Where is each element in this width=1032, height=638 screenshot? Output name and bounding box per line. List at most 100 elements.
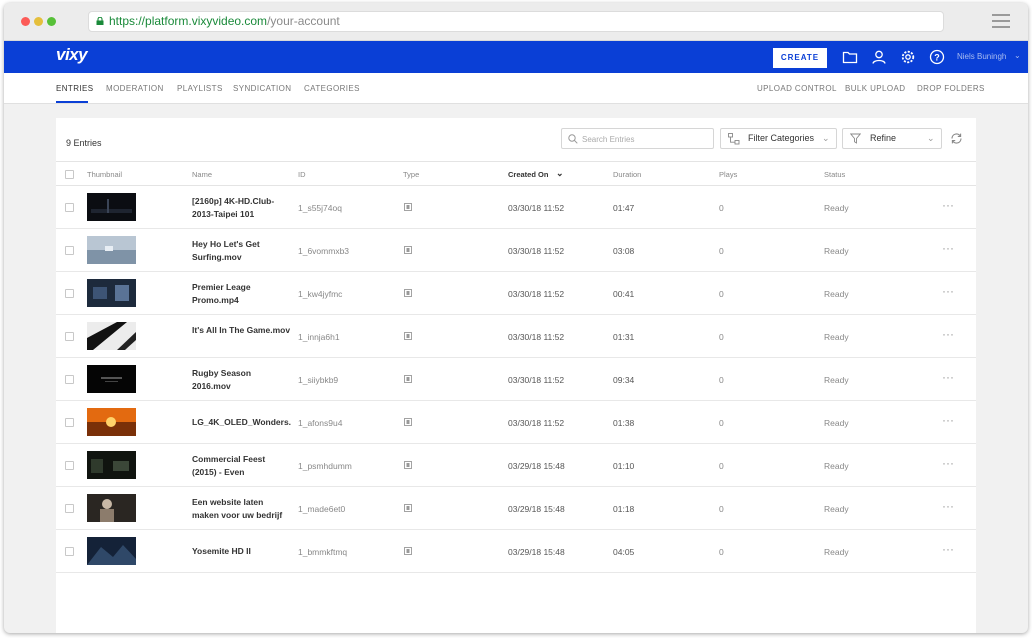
folder-icon[interactable]: [842, 49, 858, 65]
user-icon[interactable]: [871, 49, 887, 65]
gear-icon[interactable]: [900, 49, 916, 65]
column-created-on[interactable]: Created On: [508, 170, 548, 179]
drop-folders-link[interactable]: DROP FOLDERS: [917, 84, 985, 93]
video-thumbnail[interactable]: [87, 322, 136, 350]
video-thumbnail[interactable]: [87, 494, 136, 522]
bulk-upload-link[interactable]: BULK UPLOAD: [845, 84, 905, 93]
create-button[interactable]: CREATE: [773, 48, 827, 68]
entry-created-on: 03/30/18 11:52: [508, 332, 565, 342]
video-thumbnail[interactable]: [87, 408, 136, 436]
hamburger-menu-icon[interactable]: [992, 14, 1010, 28]
column-name[interactable]: Name: [192, 170, 212, 179]
video-thumbnail[interactable]: [87, 365, 136, 393]
table-row[interactable]: Commercial Feest (2015) - Even 1_psmhdum…: [56, 444, 976, 487]
row-checkbox[interactable]: [65, 418, 74, 427]
entry-created-on: 03/30/18 11:52: [508, 289, 565, 299]
tab-syndication[interactable]: SYNDICATION: [233, 84, 291, 93]
more-actions-icon[interactable]: ···: [942, 500, 954, 512]
row-checkbox[interactable]: [65, 461, 74, 470]
entry-name[interactable]: Hey Ho Let's Get Surfing.mov: [192, 238, 292, 264]
url-path: /your-account: [267, 14, 340, 28]
entry-duration: 09:34: [613, 375, 635, 385]
row-checkbox[interactable]: [65, 289, 74, 298]
search-icon: [568, 134, 578, 144]
entry-status: Ready: [824, 203, 849, 213]
table-row[interactable]: Yosemite HD II 1_bmmkftmq 03/29/18 15:48…: [56, 530, 976, 573]
more-actions-icon[interactable]: ···: [942, 199, 954, 211]
vixy-logo[interactable]: vixy: [56, 45, 88, 65]
help-icon[interactable]: ?: [929, 49, 945, 65]
video-thumbnail[interactable]: [87, 236, 136, 264]
hierarchy-icon: [728, 133, 740, 145]
filter-categories-button[interactable]: Filter Categories ⌄: [720, 128, 837, 149]
address-bar[interactable]: https://platform.vixyvideo.com/your-acco…: [88, 11, 944, 32]
more-actions-icon[interactable]: ···: [942, 371, 954, 383]
column-plays[interactable]: Plays: [719, 170, 737, 179]
close-window-button[interactable]: [21, 17, 30, 26]
video-type-icon: [404, 547, 412, 555]
video-type-icon: [404, 289, 412, 297]
entry-name[interactable]: Rugby Season 2016.mov: [192, 367, 292, 393]
chevron-down-icon[interactable]: ⌄: [1014, 51, 1021, 60]
entry-status: Ready: [824, 547, 849, 557]
entry-id: 1_made6et0: [298, 504, 346, 514]
table-row[interactable]: Hey Ho Let's Get Surfing.mov 1_6vommxb3 …: [56, 229, 976, 272]
tab-categories[interactable]: CATEGORIES: [304, 84, 360, 93]
tab-moderation[interactable]: MODERATION: [106, 84, 164, 93]
entry-status: Ready: [824, 332, 849, 342]
table-row[interactable]: Rugby Season 2016.mov 1_siiybkb9 03/30/1…: [56, 358, 976, 401]
row-checkbox[interactable]: [65, 375, 74, 384]
table-row[interactable]: Een website laten maken voor uw bedrijf …: [56, 487, 976, 530]
entry-name[interactable]: Een website laten maken voor uw bedrijf: [192, 496, 292, 522]
column-thumbnail: Thumbnail: [87, 170, 123, 179]
video-thumbnail[interactable]: [87, 451, 136, 479]
table-row[interactable]: LG_4K_OLED_Wonders. 1_afons9u4 03/30/18 …: [56, 401, 976, 444]
search-box[interactable]: [561, 128, 714, 149]
row-checkbox[interactable]: [65, 547, 74, 556]
entry-duration: 01:31: [613, 332, 635, 342]
entry-name[interactable]: Premier Leage Promo.mp4: [192, 281, 292, 307]
more-actions-icon[interactable]: ···: [942, 543, 954, 555]
more-actions-icon[interactable]: ···: [942, 328, 954, 340]
table-row[interactable]: It's All In The Game.mov 1_innja6h1 03/3…: [56, 315, 976, 358]
video-thumbnail[interactable]: [87, 279, 136, 307]
entry-name[interactable]: Commercial Feest (2015) - Even: [192, 453, 292, 479]
entry-name[interactable]: Yosemite HD II: [192, 545, 292, 558]
tab-entries[interactable]: ENTRIES: [56, 84, 93, 93]
column-duration[interactable]: Duration: [613, 170, 641, 179]
entry-plays: 0: [719, 332, 724, 342]
row-checkbox[interactable]: [65, 504, 74, 513]
more-actions-icon[interactable]: ···: [942, 285, 954, 297]
browser-toolbar: https://platform.vixyvideo.com/your-acco…: [4, 3, 1028, 41]
maximize-window-button[interactable]: [47, 17, 56, 26]
entry-created-on: 03/30/18 11:52: [508, 418, 565, 428]
row-checkbox[interactable]: [65, 332, 74, 341]
more-actions-icon[interactable]: ···: [942, 242, 954, 254]
chevron-down-icon: ⌄: [927, 133, 935, 143]
minimize-window-button[interactable]: [34, 17, 43, 26]
column-status[interactable]: Status: [824, 170, 845, 179]
active-tab-indicator: [56, 101, 88, 103]
entry-name[interactable]: [2160p] 4K-HD.Club-2013-Taipei 101: [192, 195, 292, 221]
upload-control-link[interactable]: UPLOAD CONTROL: [757, 84, 837, 93]
refine-button[interactable]: Refine ⌄: [842, 128, 942, 149]
column-id[interactable]: ID: [298, 170, 306, 179]
refresh-icon[interactable]: [950, 132, 963, 145]
row-checkbox[interactable]: [65, 246, 74, 255]
tab-playlists[interactable]: PLAYLISTS: [177, 84, 223, 93]
video-type-icon: [404, 418, 412, 426]
video-thumbnail[interactable]: [87, 193, 136, 221]
video-thumbnail[interactable]: [87, 537, 136, 565]
entry-name[interactable]: It's All In The Game.mov: [192, 324, 292, 337]
select-all-checkbox[interactable]: [65, 170, 74, 179]
row-checkbox[interactable]: [65, 203, 74, 212]
table-row[interactable]: [2160p] 4K-HD.Club-2013-Taipei 101 1_s55…: [56, 186, 976, 229]
search-input[interactable]: [582, 131, 710, 147]
more-actions-icon[interactable]: ···: [942, 414, 954, 426]
user-menu[interactable]: Niels Buningh: [957, 52, 1006, 61]
table-row[interactable]: Premier Leage Promo.mp4 1_kw4jyfmc 03/30…: [56, 272, 976, 315]
refine-label: Refine: [870, 133, 897, 143]
column-type[interactable]: Type: [403, 170, 419, 179]
more-actions-icon[interactable]: ···: [942, 457, 954, 469]
entry-name[interactable]: LG_4K_OLED_Wonders.: [192, 416, 292, 429]
